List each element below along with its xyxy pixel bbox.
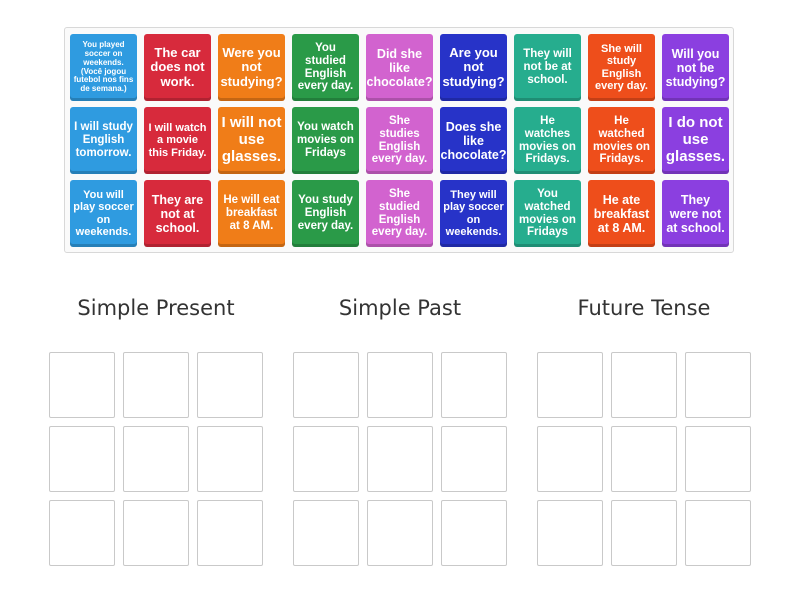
sort-card-label: She studied English every day. [371,187,428,239]
sort-card-label: They are not at school. [151,192,204,235]
sort-card[interactable]: You watch movies on Fridays [292,107,359,174]
sort-card[interactable]: He will eat breakfast at 8 AM. [218,180,285,247]
sort-card-label: Are you not studying? [442,44,505,89]
drop-slot-simple-present[interactable] [123,426,189,492]
sort-card-label: She will study English every day. [594,42,648,92]
sort-card-label: They will play soccer on weekends. [443,188,504,238]
sort-card-label: He ate breakfast at 8 AM. [593,192,650,235]
sort-card-label: You played soccer on weekends. (Você jog… [73,39,134,94]
drop-slot-simple-past[interactable] [441,500,507,566]
drop-slot-simple-past[interactable] [367,352,433,418]
sort-card[interactable]: They are not at school. [144,180,211,247]
sort-card-label: I will study English tomorrow. [74,121,133,159]
sort-card-label: He watched movies on Fridays. [593,114,650,166]
sort-card-label: He will eat breakfast at 8 AM. [223,194,280,232]
group-heading-simple-present: Simple Present [77,296,235,320]
drop-slot-future-tense[interactable] [611,352,677,418]
drop-slot-simple-present[interactable] [49,352,115,418]
group-heading-simple-past: Simple Past [338,296,462,320]
sort-card[interactable]: I do not use glasses. [662,107,729,174]
sort-card[interactable]: You watched movies on Fridays [514,180,581,247]
sort-card-label: You studied English every day. [297,41,354,93]
drop-slot-future-tense[interactable] [611,500,677,566]
sort-card[interactable]: They were not at school. [662,180,729,247]
sort-card-label: Does she like chocolate? [440,119,507,162]
drop-slot-simple-present[interactable] [197,426,263,492]
drop-slot-future-tense[interactable] [537,500,603,566]
sort-card-label: You watched movies on Fridays [519,187,576,239]
drop-slot-future-tense[interactable] [537,426,603,492]
sort-card[interactable]: He ate breakfast at 8 AM. [588,180,655,247]
drop-slot-simple-present[interactable] [197,500,263,566]
drop-slot-future-tense[interactable] [685,352,751,418]
drop-slot-simple-present[interactable] [197,352,263,418]
sort-card[interactable]: Does she like chocolate? [440,107,507,174]
sort-card-label: I will not use glasses. [221,114,282,165]
sort-card-label: He watches movies on Fridays. [519,114,576,166]
drop-slot-future-tense[interactable] [685,426,751,492]
drop-slot-simple-past[interactable] [293,426,359,492]
group-heading-future-tense: Future Tense [577,296,711,320]
sort-card[interactable]: Are you not studying? [440,34,507,101]
sort-card-label: You watch movies on Fridays [297,121,354,159]
sort-card[interactable]: You will play soccer on weekends. [70,180,137,247]
sort-card[interactable]: I will watch a movie this Friday. [144,107,211,174]
drop-slot-simple-past[interactable] [293,500,359,566]
sort-card[interactable]: Will you not be studying? [662,34,729,101]
drop-slot-simple-past[interactable] [441,426,507,492]
sort-card-label: The car does not work. [150,44,205,89]
sort-card[interactable]: You study English every day. [292,180,359,247]
sort-card-label: You will play soccer on weekends. [73,188,134,238]
sort-card[interactable]: The car does not work. [144,34,211,101]
drop-slot-simple-present[interactable] [123,500,189,566]
sort-card-label: Were you not studying? [220,44,283,89]
sort-card-label: You study English every day. [297,194,354,232]
sort-card[interactable]: I will study English tomorrow. [70,107,137,174]
drop-slot-future-tense[interactable] [537,352,603,418]
drop-slot-simple-past[interactable] [293,352,359,418]
sort-card[interactable]: You played soccer on weekends. (Você jog… [70,34,137,101]
sort-card[interactable]: They will not be at school. [514,34,581,101]
drop-slot-simple-past[interactable] [441,352,507,418]
sort-card[interactable]: You studied English every day. [292,34,359,101]
sort-card-label: Will you not be studying? [665,46,726,89]
sort-card-label: Did she like chocolate? [366,46,433,89]
drop-slot-simple-present[interactable] [123,352,189,418]
sort-card-label: They were not at school. [666,192,725,235]
drop-slot-simple-present[interactable] [49,426,115,492]
sort-card[interactable]: She studied English every day. [366,180,433,247]
sort-card[interactable]: She will study English every day. [588,34,655,101]
sort-card[interactable]: Did she like chocolate? [366,34,433,101]
sort-card-label: They will not be at school. [523,48,572,86]
sort-card[interactable]: He watches movies on Fridays. [514,107,581,174]
sort-card[interactable]: Were you not studying? [218,34,285,101]
sort-card[interactable]: They will play soccer on weekends. [440,180,507,247]
sort-card-label: She studies English every day. [371,114,428,166]
sort-card[interactable]: He watched movies on Fridays. [588,107,655,174]
drop-slot-future-tense[interactable] [611,426,677,492]
sort-card[interactable]: She studies English every day. [366,107,433,174]
sort-card-label: I do not use glasses. [665,114,726,165]
sort-card[interactable]: I will not use glasses. [218,107,285,174]
drop-slot-simple-present[interactable] [49,500,115,566]
drop-slot-simple-past[interactable] [367,500,433,566]
drop-slot-simple-past[interactable] [367,426,433,492]
drop-slot-future-tense[interactable] [685,500,751,566]
sort-card-label: I will watch a movie this Friday. [148,122,207,159]
